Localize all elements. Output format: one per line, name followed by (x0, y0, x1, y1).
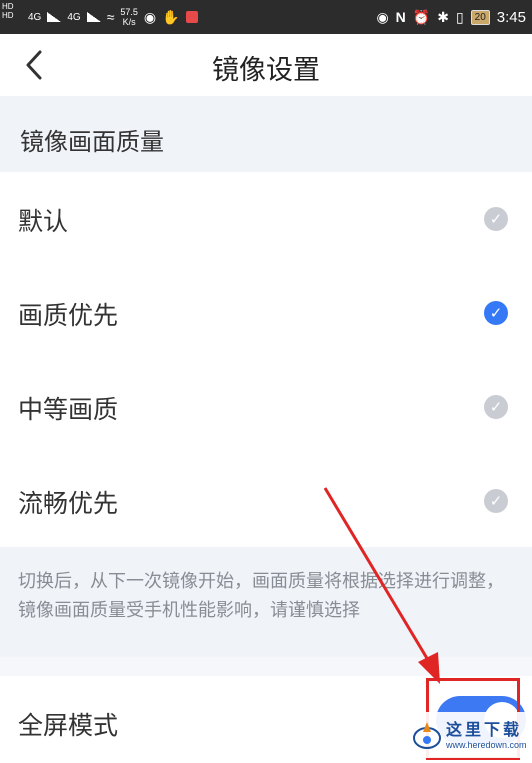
fullscreen-label: 全屏模式 (18, 711, 119, 740)
hand-icon: ✋ (162, 8, 180, 25)
option-label: 画质优先 (18, 301, 119, 330)
battery-icon: 20 (470, 9, 490, 25)
check-icon: ✓ (484, 395, 508, 419)
page-title: 镜像设置 (212, 55, 320, 86)
option-quality-priority[interactable]: 画质优先 ✓ (0, 266, 532, 359)
network-type-2: 4G (67, 11, 81, 23)
section-header: 镜像画面质量 (0, 96, 532, 172)
app-header: 镜像设置 (0, 34, 532, 96)
option-medium-quality[interactable]: 中等画质 ✓ (0, 360, 532, 453)
check-icon-selected: ✓ (484, 301, 508, 325)
status-bar: HD HD 4G 4G ≈ 57.5 K/s ◉ ✋ ◉ N ⏰ ✱ ▯ 20 … (0, 0, 532, 34)
nfc-icon: N (395, 9, 406, 25)
option-smooth-priority[interactable]: 流畅优先 ✓ (0, 454, 532, 547)
eye-icon: ◉ (376, 8, 389, 25)
check-icon: ✓ (484, 489, 508, 513)
option-label: 默认 (18, 207, 69, 236)
network-speed: 57.5 K/s (120, 7, 138, 27)
clock: 3:45 (496, 8, 526, 26)
watermark-title: 这里下载 (446, 720, 523, 739)
hd-indicator: HD HD (2, 2, 14, 20)
record-icon (185, 11, 198, 23)
check-icon: ✓ (484, 207, 508, 231)
option-label: 中等画质 (18, 395, 119, 424)
vibrate-icon: ▯ (455, 8, 464, 25)
quality-options-list: 默认 ✓ 画质优先 ✓ 中等画质 ✓ 流畅优先 ✓ (0, 172, 532, 547)
network-type-1: 4G (28, 11, 42, 23)
bluetooth-icon: ✱ (437, 8, 449, 25)
signal-icon (47, 12, 62, 22)
option-default[interactable]: 默认 ✓ (0, 172, 532, 265)
wifi-icon: ≈ (106, 9, 115, 25)
app-notification-icon: ◉ (143, 8, 157, 25)
watermark-url: www.heredown.com (446, 740, 527, 750)
watermark-logo-icon (413, 722, 441, 749)
note-text: 切换后，从下一次镜像开始，画面质量将根据选择进行调整，镜像画面质量受手机性能影响… (18, 571, 504, 621)
option-label: 流畅优先 (18, 489, 119, 518)
watermark: 这里下载 www.heredown.com (408, 712, 528, 758)
signal-icon-2 (86, 12, 101, 22)
alarm-icon: ⏰ (412, 8, 431, 25)
section-title: 镜像画面质量 (20, 128, 164, 156)
quality-note: 切换后，从下一次镜像开始，画面质量将根据选择进行调整，镜像画面质量受手机性能影响… (0, 547, 532, 657)
